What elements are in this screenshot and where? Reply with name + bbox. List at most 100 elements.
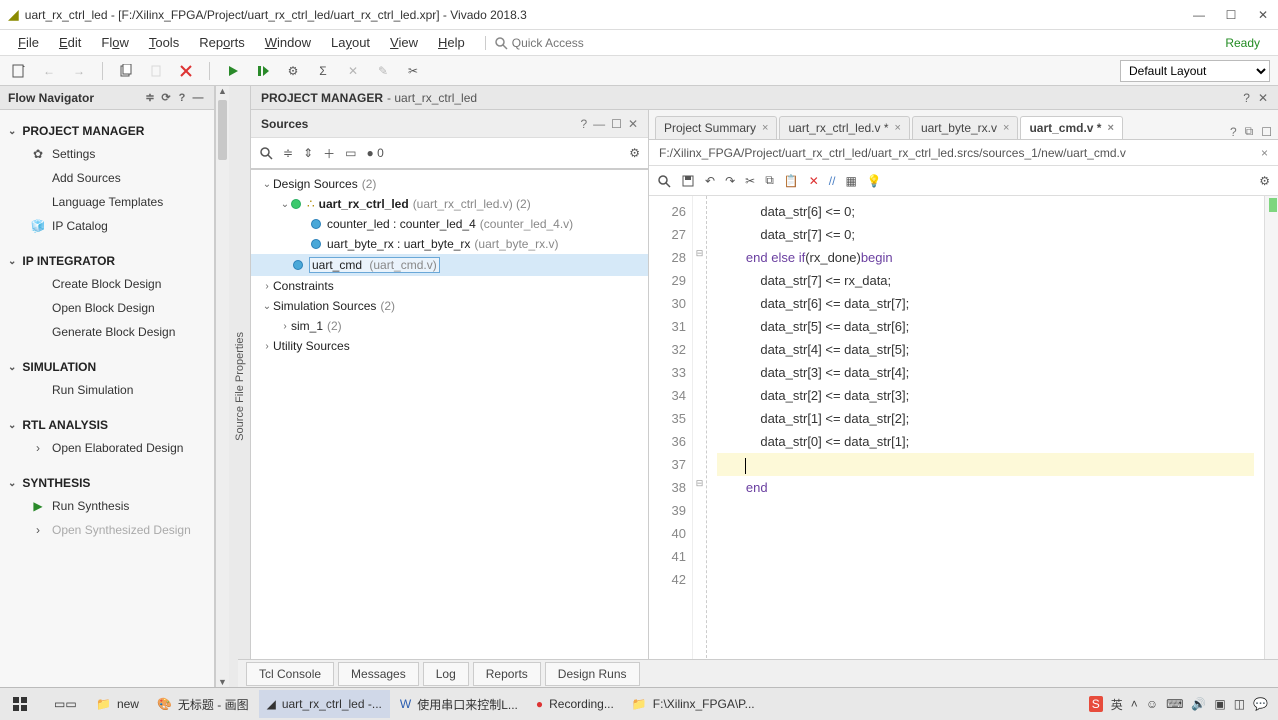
nav-run-simulation[interactable]: Run Simulation [0, 378, 214, 402]
gear-button[interactable]: ⚙ [282, 60, 304, 82]
nav-scrollbar[interactable]: ▲ ▼ [215, 86, 229, 687]
taskbar-paint[interactable]: 🎨无标题 - 画图 [149, 690, 257, 718]
close-icon[interactable]: × [895, 122, 901, 134]
editor-help-icon[interactable]: ? [1230, 125, 1237, 139]
tray-notif-icon[interactable]: 💬 [1253, 697, 1268, 711]
nav-open-elaborated-design[interactable]: ›Open Elaborated Design [0, 436, 214, 460]
taskbar-word[interactable]: W使用串口来控制L... [392, 690, 526, 718]
editor-max-icon[interactable]: ☐ [1261, 125, 1272, 139]
menu-layout[interactable]: Layout [323, 33, 378, 52]
close-icon[interactable]: × [1107, 122, 1113, 134]
tray-keyboard-icon[interactable]: ⌨ [1166, 697, 1183, 711]
back-button[interactable]: ← [38, 60, 60, 82]
editor-redo-icon[interactable]: ↷ [725, 174, 735, 188]
nav-add-sources[interactable]: Add Sources [0, 166, 214, 190]
tab-project-summary[interactable]: Project Summary× [655, 116, 777, 139]
section-ip-integrator[interactable]: ⌄IP INTEGRATOR [0, 250, 214, 272]
taskbar-explorer[interactable]: 📁F:\Xilinx_FPGA\P... [624, 690, 763, 718]
nav-settings[interactable]: ✿Settings [0, 142, 214, 166]
taskbar-vivado[interactable]: ◢uart_rx_ctrl_led -... [259, 690, 390, 718]
sources-collapse-icon[interactable]: ⇕ [303, 146, 313, 160]
cut-button[interactable]: ✂ [402, 60, 424, 82]
editor-copy-icon[interactable]: ⧉ [765, 173, 774, 188]
cancel-button[interactable] [175, 60, 197, 82]
sigma-button[interactable]: Σ [312, 60, 334, 82]
tree-constraints[interactable]: › Constraints [251, 276, 648, 296]
tray-app-icon[interactable]: ▣ [1214, 697, 1225, 711]
sources-gear-icon[interactable]: ⚙ [629, 146, 640, 160]
nav-ip-catalog[interactable]: 🧊IP Catalog [0, 214, 214, 238]
tray-face-icon[interactable]: ☺ [1146, 697, 1158, 711]
minimize-button[interactable]: — [1192, 8, 1206, 22]
pm-close-icon[interactable]: ✕ [1258, 91, 1268, 105]
tray-up-icon[interactable]: ˄ [1131, 697, 1138, 711]
nav-help-icon[interactable]: ? [174, 92, 190, 104]
menu-edit[interactable]: Edit [51, 33, 89, 52]
editor-vscrollbar[interactable] [1264, 196, 1278, 673]
tree-sim-1[interactable]: › sim_1 (2) [251, 316, 648, 336]
close-button[interactable]: ✕ [1256, 8, 1270, 22]
nav-generate-block-design[interactable]: Generate Block Design [0, 320, 214, 344]
taskbar-recording[interactable]: ●Recording... [528, 690, 622, 718]
menu-help[interactable]: Help [430, 33, 473, 52]
tray-square-icon[interactable]: ◫ [1234, 697, 1245, 711]
step-button[interactable] [252, 60, 274, 82]
menu-flow[interactable]: Flow [93, 33, 136, 52]
nav-minimize-icon[interactable]: — [190, 92, 206, 104]
editor-gear-icon[interactable]: ⚙ [1259, 174, 1270, 188]
nav-run-synthesis[interactable]: ▶Run Synthesis [0, 494, 214, 518]
nav-refresh-icon[interactable]: ⟳ [158, 91, 174, 104]
menu-window[interactable]: Window [257, 33, 319, 52]
menu-file[interactable]: File [10, 33, 47, 52]
editor-undo-icon[interactable]: ↶ [705, 174, 715, 188]
new-button[interactable] [8, 60, 30, 82]
maximize-button[interactable]: ☐ [1224, 8, 1238, 22]
nav-create-block-design[interactable]: Create Block Design [0, 272, 214, 296]
tab-log[interactable]: Log [423, 662, 469, 686]
tree-uart-byte-rx[interactable]: uart_byte_rx : uart_byte_rx (uart_byte_r… [251, 234, 648, 254]
nav-open-synthesized-design[interactable]: ›Open Synthesized Design [0, 518, 214, 542]
tree-uart-cmd[interactable]: uart_cmd (uart_cmd.v) [251, 254, 648, 276]
layout-select[interactable]: Default Layout [1120, 60, 1270, 82]
tree-top-module[interactable]: ⌄ ∴ uart_rx_ctrl_led (uart_rx_ctrl_led.v… [251, 194, 648, 214]
tree-utility-sources[interactable]: › Utility Sources [251, 336, 648, 356]
section-rtl-analysis[interactable]: ⌄RTL ANALYSIS [0, 414, 214, 436]
system-tray[interactable]: S 英 ˄ ☺ ⌨ 🔊 ▣ ◫ 💬 [1089, 696, 1274, 713]
section-project-manager[interactable]: ⌄PROJECT MANAGER [0, 120, 214, 142]
tray-volume-icon[interactable]: 🔊 [1191, 697, 1206, 711]
editor-paste-icon[interactable]: 📋 [784, 174, 799, 188]
sources-min-icon[interactable]: — [593, 117, 605, 131]
close-icon[interactable]: × [762, 122, 768, 134]
cancel2-button[interactable]: ✕ [342, 60, 364, 82]
section-synthesis[interactable]: ⌄SYNTHESIS [0, 472, 214, 494]
quick-access-input[interactable] [512, 36, 712, 50]
menu-view[interactable]: View [382, 33, 426, 52]
code-editor[interactable]: data_str[6] <= 0; data_str[7] <= 0; end … [707, 196, 1264, 673]
sources-help-icon[interactable]: ? [580, 117, 587, 131]
section-simulation[interactable]: ⌄SIMULATION [0, 356, 214, 378]
edit-button[interactable]: ✎ [372, 60, 394, 82]
quick-access[interactable] [485, 36, 712, 50]
editor-delete-icon[interactable]: ✕ [809, 174, 819, 188]
tab-uart-rx-ctrl-led[interactable]: uart_rx_ctrl_led.v *× [779, 116, 909, 139]
paste-button[interactable] [145, 60, 167, 82]
source-file-properties-tab[interactable]: Source File Properties [229, 86, 251, 687]
nav-language-templates[interactable]: Language Templates [0, 190, 214, 214]
editor-search-icon[interactable] [657, 174, 671, 188]
sources-search-icon[interactable] [259, 146, 273, 160]
editor-column-icon[interactable]: ▦ [845, 174, 856, 188]
tab-reports[interactable]: Reports [473, 662, 541, 686]
sources-close-icon[interactable]: ✕ [628, 117, 638, 131]
menu-tools[interactable]: Tools [141, 33, 187, 52]
sources-max-icon[interactable]: ☐ [611, 117, 622, 131]
nav-collapse-icon[interactable]: ≑ [142, 91, 158, 104]
start-button[interactable] [4, 690, 44, 718]
tab-messages[interactable]: Messages [338, 662, 419, 686]
sources-filter-icon[interactable]: ≑ [283, 146, 293, 160]
sources-add-icon[interactable]: ＋ [323, 145, 335, 162]
sources-edit-icon[interactable]: ▭ [345, 146, 356, 160]
tray-ime-icon[interactable]: S [1089, 696, 1103, 712]
pm-help-icon[interactable]: ? [1243, 91, 1250, 105]
tab-uart-cmd[interactable]: uart_cmd.v *× [1020, 116, 1122, 139]
editor-bulb-icon[interactable]: 💡 [867, 174, 882, 188]
